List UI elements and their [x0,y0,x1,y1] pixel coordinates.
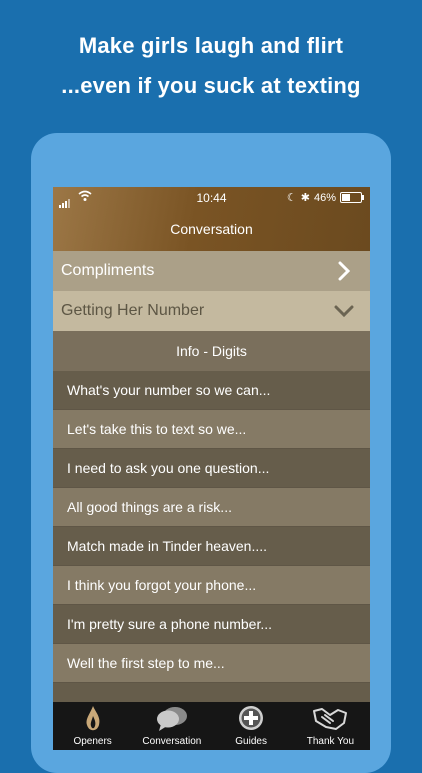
plus-circle-icon [239,706,264,730]
list-item[interactable]: What's your number so we can... [53,371,370,410]
category-label: Getting Her Number [61,302,205,319]
page-title: Conversation [170,221,253,237]
category-getting-her-number[interactable]: Getting Her Number [53,291,370,331]
tab-bar: Openers Conversation Guides Thank You [53,702,370,750]
chevron-right-icon [338,261,351,281]
status-bar: 10:44 ☾ ✱ 46% [53,187,370,209]
tab-label: Openers [73,736,112,747]
tab-openers[interactable]: Openers [53,702,132,750]
tab-label: Conversation [142,736,202,747]
list-item[interactable]: Match made in Tinder heaven.... [53,527,370,566]
category-compliments[interactable]: Compliments [53,251,370,291]
list-item[interactable]: I think you forgot your phone... [53,566,370,605]
promo-headline-2: ...even if you suck at texting [61,73,361,98]
chat-bubbles-icon [156,707,187,731]
tab-label: Guides [235,736,267,747]
list-item[interactable]: All good things are a risk... [53,488,370,527]
moon-icon: ☾ [286,192,297,204]
promo-headline-1: Make girls laugh and flirt [78,33,344,58]
tab-guides[interactable]: Guides [212,702,291,750]
list-item[interactable]: Well the first step to me... [53,644,370,683]
handshake-icon [313,708,348,730]
section-header: Info - Digits [53,331,370,371]
list-item[interactable]: I need to ask you one question... [53,449,370,488]
line-list: What's your number so we can... Let's ta… [53,371,370,722]
chevron-down-icon [334,305,354,318]
tab-conversation[interactable]: Conversation [132,702,211,750]
category-label: Compliments [61,262,155,279]
tab-thank-you[interactable]: Thank You [291,702,370,750]
battery-icon [340,192,364,203]
tab-label: Thank You [306,736,354,747]
navigation-bar: 10:44 ☾ ✱ 46% Conversation [53,187,370,251]
flame-icon [86,706,100,731]
list-item[interactable]: Let's take this to text so we... [53,410,370,449]
app-screen: 10:44 ☾ ✱ 46% Conversation Compliments G… [53,187,370,750]
bluetooth-icon: ✱ [300,192,310,204]
battery-percent: 46% [313,191,336,204]
list-item[interactable]: I'm pretty sure a phone number... [53,605,370,644]
